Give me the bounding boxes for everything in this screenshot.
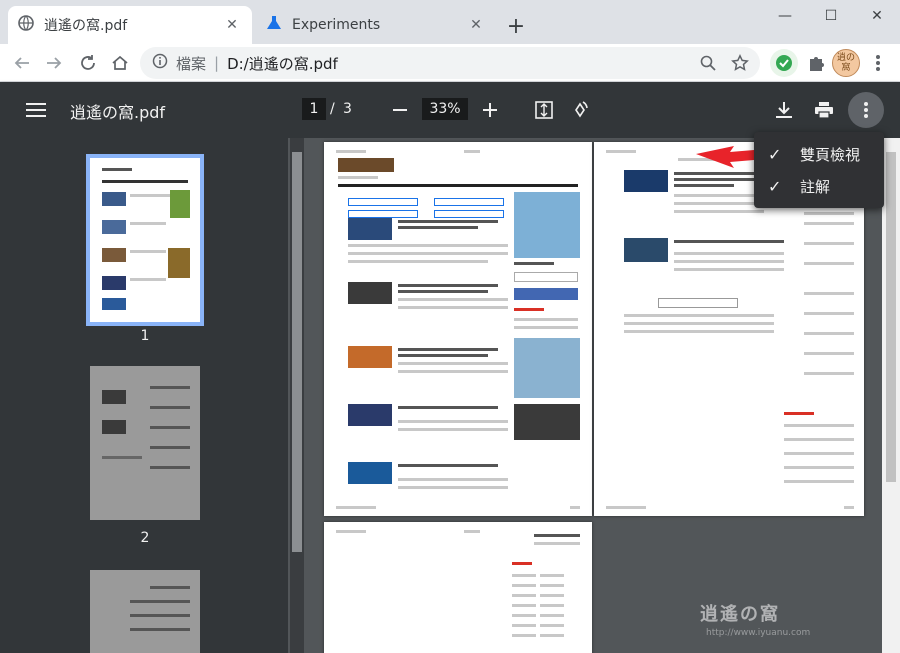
new-tab-button[interactable]: + bbox=[504, 14, 528, 39]
tab-experiments[interactable]: Experiments ✕ bbox=[256, 6, 496, 44]
magnifier-icon[interactable] bbox=[694, 49, 722, 77]
puzzle-icon[interactable] bbox=[802, 49, 830, 77]
pdf-page-1 bbox=[324, 142, 592, 516]
forward-arrow-icon[interactable] bbox=[40, 49, 68, 77]
menu-item-label: 註解 bbox=[800, 177, 831, 196]
watermark: 逍遙の窩 bbox=[700, 604, 780, 625]
pdf-title: 逍遙の窩.pdf bbox=[70, 103, 166, 122]
maximize-button[interactable]: ☐ bbox=[808, 0, 854, 32]
more-vert-icon[interactable] bbox=[864, 49, 892, 77]
omnibox-divider: | bbox=[214, 54, 220, 72]
fit-to-page-icon[interactable] bbox=[532, 98, 556, 122]
page-thumbnail-2[interactable] bbox=[90, 366, 200, 520]
thumbnail-sidebar: 1 2 bbox=[0, 138, 288, 653]
tab-title: 逍遙の窩.pdf bbox=[44, 18, 128, 34]
browser-toolbar: 檔案 | D:/逍遙の窩.pdf 逍の窩 bbox=[0, 44, 900, 82]
thumbnail-number: 2 bbox=[140, 530, 150, 546]
thumbnail-number: 1 bbox=[140, 328, 150, 344]
hamburger-menu-icon[interactable] bbox=[24, 98, 48, 122]
page-separator: / bbox=[330, 101, 335, 117]
zoom-level-input[interactable]: 33% bbox=[422, 98, 468, 120]
reload-icon[interactable] bbox=[74, 49, 102, 77]
page-thumbnail-1[interactable] bbox=[86, 154, 204, 326]
page-thumbnail-3[interactable] bbox=[90, 570, 200, 653]
tab-strip: 逍遙の窩.pdf ✕ Experiments ✕ + — ☐ ✕ bbox=[0, 0, 900, 44]
pdf-toolbar: 逍遙の窩.pdf 1 / 3 33% bbox=[0, 82, 900, 138]
pdf-more-actions-icon[interactable] bbox=[848, 92, 884, 128]
zoom-out-icon[interactable] bbox=[388, 98, 412, 122]
minimize-button[interactable]: — bbox=[762, 0, 808, 32]
flask-icon bbox=[266, 15, 282, 35]
rotate-icon[interactable] bbox=[568, 98, 592, 122]
scrollbar-thumb[interactable] bbox=[292, 152, 302, 552]
back-arrow-icon[interactable] bbox=[8, 49, 36, 77]
tab-close-icon[interactable]: ✕ bbox=[222, 15, 242, 35]
pdf-page-3 bbox=[324, 522, 592, 653]
zoom-in-icon[interactable] bbox=[478, 98, 502, 122]
home-icon[interactable] bbox=[106, 49, 134, 77]
url-text: D:/逍遙の窩.pdf bbox=[227, 54, 338, 73]
avatar[interactable]: 逍の窩 bbox=[832, 49, 860, 77]
scrollbar-thumb[interactable] bbox=[886, 152, 896, 482]
watermark-url: http://www.iyuanu.com bbox=[706, 628, 811, 638]
extension-icon[interactable] bbox=[770, 49, 798, 77]
print-icon[interactable] bbox=[812, 98, 836, 122]
checkmark-icon: ✓ bbox=[768, 144, 782, 164]
globe-icon bbox=[18, 15, 34, 35]
scheme-label: 檔案 bbox=[176, 54, 207, 73]
pdf-viewer[interactable] bbox=[288, 138, 900, 653]
menu-item-annotations[interactable]: ✓ 註解 bbox=[754, 170, 884, 202]
address-bar[interactable]: 檔案 | D:/逍遙の窩.pdf bbox=[140, 47, 760, 79]
page-number-input[interactable]: 1 bbox=[302, 98, 326, 120]
viewer-scrollbar[interactable] bbox=[882, 138, 900, 653]
pdf-options-menu: ✓ 雙頁檢視 ✓ 註解 bbox=[754, 132, 884, 208]
star-icon[interactable] bbox=[726, 49, 754, 77]
tab-title: Experiments bbox=[292, 17, 381, 33]
menu-item-two-page-view[interactable]: ✓ 雙頁檢視 bbox=[754, 138, 884, 170]
checkmark-icon: ✓ bbox=[768, 176, 782, 196]
thumbnail-scrollbar[interactable] bbox=[290, 138, 304, 653]
download-icon[interactable] bbox=[772, 98, 796, 122]
tab-pdf[interactable]: 逍遙の窩.pdf ✕ bbox=[8, 6, 252, 44]
close-window-button[interactable]: ✕ bbox=[854, 0, 900, 32]
tab-close-icon[interactable]: ✕ bbox=[466, 15, 486, 35]
page-total: 3 bbox=[343, 101, 352, 117]
menu-item-label: 雙頁檢視 bbox=[800, 145, 861, 164]
info-icon[interactable] bbox=[152, 53, 168, 73]
